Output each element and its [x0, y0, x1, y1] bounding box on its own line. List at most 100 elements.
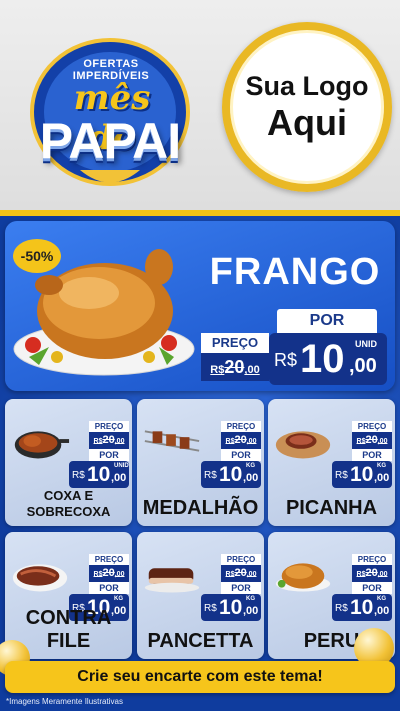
preco-label: PREÇO: [89, 421, 129, 432]
old-currency: R$: [210, 364, 225, 376]
badge-main-text: PAPAI: [39, 113, 181, 169]
product-card[interactable]: PREÇO R$20,00 POR R$ 10,00 KG CONTRA FILE: [5, 532, 132, 659]
roast-turkey-icon: [275, 563, 331, 592]
price-dec: ,00: [374, 605, 390, 617]
chicken-legs-pan-icon: [14, 431, 70, 459]
logo-placeholder[interactable]: Sua Logo Aqui: [222, 22, 392, 192]
old-price: R$20,00: [221, 432, 261, 449]
new-price: R$ 10,00 KG: [201, 594, 261, 621]
old-price-dec: ,00: [377, 438, 388, 445]
old-price-dec: ,00: [114, 438, 125, 445]
steak-board-icon: [275, 431, 331, 459]
old-price-int: 20: [102, 434, 115, 446]
old-price: R$20,00: [89, 432, 129, 449]
por-label: POR: [89, 449, 129, 461]
price-unit: UNID: [355, 339, 377, 349]
price-dec: ,00: [111, 472, 127, 484]
por-label: POR: [221, 582, 261, 594]
old-price-box: PREÇO R$20,00: [89, 554, 129, 582]
currency: R$: [204, 470, 217, 481]
old-price: R$20,00: [352, 565, 392, 582]
old-price-int: 20: [365, 567, 378, 579]
product-card[interactable]: PREÇO R$20,00 POR R$ 10,00 UNID COXA E SOBRECOX…: [5, 399, 132, 526]
old-price-box: PREÇO R$20,00: [352, 554, 392, 582]
old-price-box: PREÇO R$20,00: [89, 421, 129, 449]
preco-label: PREÇO: [221, 421, 261, 432]
old-price-box: PREÇO R$20,00: [352, 421, 392, 449]
price-int: 10: [350, 596, 374, 619]
por-label: POR: [89, 582, 129, 594]
product-card[interactable]: PREÇO R$20,00 POR R$ 10,00 KG MEDALHÃO: [137, 399, 264, 526]
old-price: R$20,00: [89, 565, 129, 582]
price-unit: KG: [377, 463, 386, 469]
preco-label: PREÇO: [352, 554, 392, 565]
preco-label: PREÇO: [201, 333, 269, 353]
currency: R$: [72, 470, 85, 481]
logo-line-1: Sua Logo: [245, 70, 369, 101]
por-label: POR: [352, 449, 392, 461]
disclaimer: *Imagens Meramente Ilustrativas: [6, 697, 123, 706]
old-price-int: 20: [234, 567, 247, 579]
product-name: MEDALHÃO: [142, 497, 259, 519]
old-price-box: PREÇO R$20,00: [201, 333, 269, 381]
price-int: 10: [350, 463, 374, 486]
product-name: PICANHA: [285, 497, 378, 519]
product-name: COXA E SOBRECOXA: [5, 488, 132, 520]
por-label: POR: [221, 449, 261, 461]
price-unit: UNID: [114, 463, 129, 469]
price-dec: ,00: [243, 605, 259, 617]
price-int: 10: [87, 463, 111, 486]
old-price-dec: ,00: [244, 364, 260, 376]
old-price-dec: ,00: [246, 438, 257, 445]
price-dec: ,00: [349, 355, 377, 377]
currency: R$: [274, 350, 298, 370]
new-price: R$ 10 ,00 UNID: [269, 333, 387, 385]
new-price: R$ 10,00 UNID: [69, 461, 129, 488]
currency: R$: [204, 603, 217, 614]
logo-line-2: Aqui: [267, 101, 347, 143]
flyer: OFERTAS IMPERDÍVEIS mês do PAPAI Sua Log…: [0, 0, 400, 711]
price-unit: KG: [377, 596, 386, 602]
old-price: R$20,00: [352, 432, 392, 449]
currency: R$: [335, 470, 348, 481]
price-unit: KG: [246, 463, 255, 469]
new-price: R$ 10,00 KG: [332, 461, 392, 488]
featured-product-card[interactable]: -50% FRANGO PREÇO R$20,00 POR R$ 10 ,00 …: [5, 221, 395, 391]
price-unit: KG: [246, 596, 255, 602]
old-price-int: 20: [224, 357, 245, 377]
product-name-line-1: COXA E: [43, 488, 94, 503]
pork-belly-icon: [144, 568, 200, 593]
price-int: 10: [219, 463, 243, 486]
mes-do-papai-badge: OFERTAS IMPERDÍVEIS mês do PAPAI: [10, 20, 210, 190]
product-card[interactable]: PREÇO R$20,00 POR R$ 10,00 KG PICANHA: [268, 399, 395, 526]
price-dec: ,00: [374, 472, 390, 484]
por-label: POR: [277, 309, 377, 333]
new-price: R$ 10,00 KG: [332, 594, 392, 621]
old-price-int: 20: [102, 567, 115, 579]
product-name-line-2: SOBRECOXA: [26, 504, 111, 519]
preco-label: PREÇO: [89, 554, 129, 565]
por-label: POR: [352, 582, 392, 594]
price-unit: KG: [114, 596, 123, 602]
discount-badge: -50%: [13, 239, 61, 273]
featured-name: FRANGO: [209, 251, 381, 293]
skewers-icon: [144, 430, 200, 452]
preco-label: PREÇO: [221, 554, 261, 565]
product-name: PANCETTA: [147, 630, 254, 652]
cta-banner[interactable]: Crie seu encarte com este tema!: [5, 661, 395, 693]
old-price-int: 20: [234, 434, 247, 446]
old-price-dec: ,00: [246, 571, 257, 578]
currency: R$: [335, 603, 348, 614]
old-price: R$20,00: [221, 565, 261, 582]
old-price-dec: ,00: [377, 571, 388, 578]
new-price: R$ 10,00 KG: [201, 461, 261, 488]
old-price-int: 20: [365, 434, 378, 446]
preco-label: PREÇO: [352, 421, 392, 432]
old-price-dec: ,00: [114, 571, 125, 578]
product-card[interactable]: PREÇO R$20,00 POR R$ 10,00 KG PANCETTA: [137, 532, 264, 659]
price-int: 10: [300, 337, 345, 381]
price-dec: ,00: [243, 472, 259, 484]
old-price: R$20,00: [201, 353, 269, 381]
price-int: 10: [219, 596, 243, 619]
steak-icon: [12, 564, 68, 592]
